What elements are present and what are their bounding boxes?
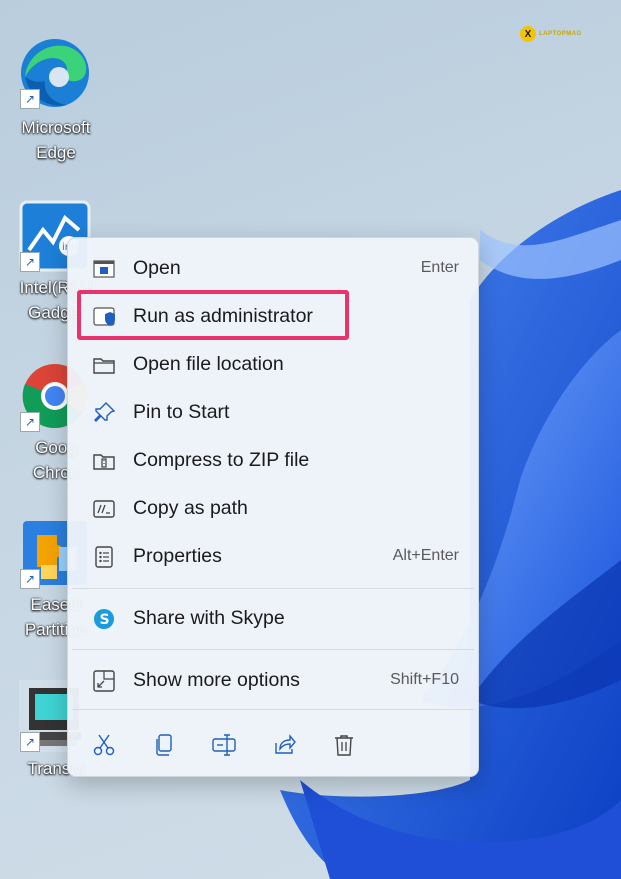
shortcut-arrow-icon: ↗: [20, 412, 40, 432]
menu-item-show-more-options[interactable]: Show more options Shift+F10: [72, 659, 474, 701]
cut-button[interactable]: [89, 730, 119, 760]
desktop-icon-edge[interactable]: ↗ Microsoft Edge: [0, 37, 90, 167]
watermark: X LAPTOPMAG: [520, 26, 582, 42]
menu-separator: [72, 588, 474, 589]
menu-item-open-file-location[interactable]: Open file location: [72, 343, 474, 385]
quick-actions-toolbar: [68, 714, 478, 776]
more-options-icon: [93, 670, 115, 692]
copy-path-icon: [93, 500, 115, 518]
trash-icon: [335, 735, 353, 756]
svg-text:S: S: [100, 612, 110, 628]
menu-separator: [72, 709, 474, 710]
shortcut-arrow-icon: ↗: [20, 89, 40, 109]
rename-icon: [212, 734, 236, 756]
scissors-icon: [93, 734, 115, 756]
copy-button[interactable]: [149, 730, 179, 760]
run-as-admin-highlight: [77, 290, 349, 340]
properties-icon: [95, 546, 113, 568]
menu-item-copy-as-path[interactable]: Copy as path: [72, 487, 474, 529]
desktop-icon-label: Microsoft Edge: [21, 118, 91, 162]
skype-icon: S: [94, 609, 114, 629]
menu-item-compress-zip[interactable]: Compress to ZIP file: [72, 439, 474, 481]
menu-item-properties[interactable]: Properties Alt+Enter: [72, 535, 474, 577]
shortcut-arrow-icon: ↗: [20, 252, 40, 272]
menu-separator: [72, 649, 474, 650]
shortcut-arrow-icon: ↗: [20, 732, 40, 752]
menu-item-share-with-skype[interactable]: S Share with Skype: [72, 597, 474, 639]
watermark-logo-icon: X: [520, 26, 536, 42]
menu-item-open[interactable]: Open Enter: [72, 247, 474, 289]
copy-icon: [156, 734, 172, 756]
delete-button[interactable]: [329, 730, 359, 760]
pin-icon: [94, 402, 116, 422]
rename-button[interactable]: [209, 730, 239, 760]
share-icon: [275, 734, 296, 754]
watermark-text: LAPTOPMAG: [539, 31, 582, 37]
shortcut-arrow-icon: ↗: [20, 569, 40, 589]
folder-icon: [93, 358, 115, 374]
open-icon: [93, 260, 115, 278]
menu-item-pin-to-start[interactable]: Pin to Start: [72, 391, 474, 433]
share-button[interactable]: [269, 730, 299, 760]
zip-folder-icon: [93, 454, 115, 470]
